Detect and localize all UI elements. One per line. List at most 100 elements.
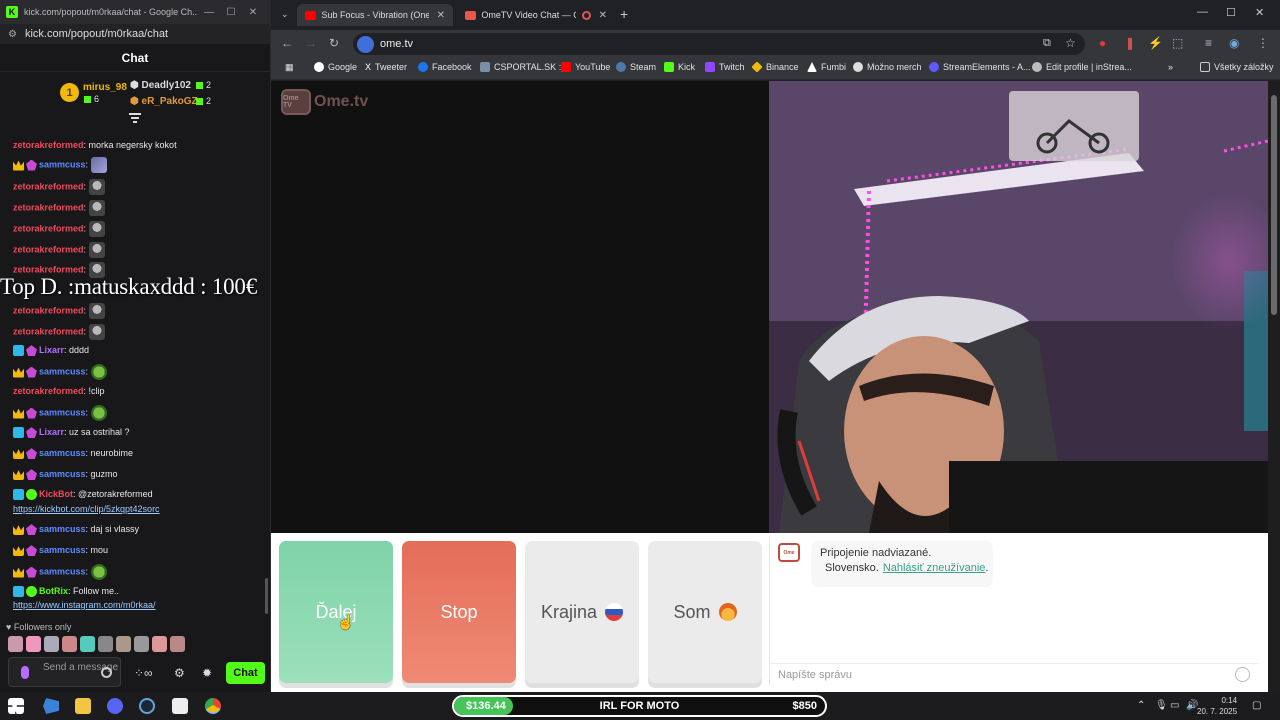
new-tab-icon[interactable]: + xyxy=(620,6,628,22)
emote-icon[interactable] xyxy=(134,636,149,652)
page-scrollbar[interactable] xyxy=(1268,81,1280,692)
maximize-icon[interactable]: ☐ xyxy=(1226,6,1236,19)
notifications-icon[interactable]: ▢ xyxy=(1252,700,1261,711)
leader-first-count: 6 xyxy=(84,94,99,104)
emote-quick-bar[interactable] xyxy=(8,636,185,652)
more-bookmarks-icon[interactable]: » xyxy=(1168,62,1173,72)
sub-badge-icon xyxy=(26,448,37,460)
app-icon[interactable] xyxy=(43,698,59,714)
bookmark-kick[interactable]: Kick xyxy=(664,62,695,72)
emote-icon[interactable] xyxy=(116,636,131,652)
close-tab-icon[interactable]: ✕ xyxy=(599,10,607,21)
chat-url-bar[interactable]: ⚙ kick.com/popout/m0rkaa/chat xyxy=(0,24,270,44)
extension-icon[interactable]: ❚ xyxy=(1125,36,1135,50)
address-bar[interactable]: ome.tv ⧉ ☆ xyxy=(353,33,1085,55)
leader-second[interactable]: ⬢ Deadly102 xyxy=(130,80,191,91)
emote-icon[interactable] xyxy=(170,636,185,652)
chat-link[interactable]: https://kickbot.com/clip/5zkqpt42sorc xyxy=(13,504,160,514)
gender-selector-button[interactable]: Som xyxy=(648,541,762,683)
windows-start-icon[interactable] xyxy=(8,698,24,714)
settings-gear-icon[interactable]: ⚙ xyxy=(174,666,185,680)
microphone-icon[interactable] xyxy=(21,666,29,679)
leader-third[interactable]: ⬢ eR_PakoGZ xyxy=(130,96,198,107)
extensions-puzzle-icon[interactable]: ⬚ xyxy=(1172,36,1183,50)
steam-icon[interactable] xyxy=(139,698,155,714)
tab-ometv[interactable]: OmeTV Video Chat — Ome ✕ xyxy=(457,4,615,26)
chat-input-bar: Send a message ⁘∞ ⚙ ✹ Chat xyxy=(6,657,266,689)
bookmark-binance[interactable]: Binance xyxy=(751,61,799,73)
emote-icon[interactable] xyxy=(26,636,41,652)
emote-icon[interactable] xyxy=(152,636,167,652)
site-settings-icon[interactable]: ⚙ xyxy=(8,29,17,40)
stop-button[interactable]: Stop xyxy=(402,541,516,683)
ometv-message-input[interactable]: Napíšte správu xyxy=(770,663,1258,685)
close-icon[interactable]: ✕ xyxy=(242,7,264,18)
chat-message: Lixarr: dddd xyxy=(13,345,89,357)
bookmark-streamelements[interactable]: StreamElements - A... xyxy=(929,62,1031,72)
document-icon[interactable] xyxy=(172,698,188,714)
moderator-badge-icon xyxy=(13,427,24,439)
profile-avatar-icon[interactable]: ◉ xyxy=(1229,36,1239,50)
maximize-icon[interactable]: ☐ xyxy=(220,7,242,18)
emote-icon[interactable] xyxy=(80,636,95,652)
reload-icon[interactable]: ↻ xyxy=(329,36,339,50)
cast-icon[interactable]: ⧉ xyxy=(1043,37,1051,50)
leader-first-name[interactable]: mirus_98 xyxy=(83,82,127,93)
file-explorer-icon[interactable] xyxy=(75,698,91,714)
tray-chevron-icon[interactable]: ⌃ xyxy=(1137,700,1145,711)
emoji-picker-icon[interactable] xyxy=(101,667,112,678)
all-bookmarks[interactable]: Všetky záložky xyxy=(1200,62,1274,72)
emote-icon[interactable] xyxy=(44,636,59,652)
discord-icon[interactable] xyxy=(107,698,123,714)
extension-blue-icon[interactable]: ⚡ xyxy=(1148,36,1163,50)
system-clock[interactable]: 0:14 20. 7. 2025 xyxy=(1197,695,1237,717)
emote-icon[interactable] xyxy=(8,636,23,652)
bookmark-instreamly[interactable]: Edit profile | inStrea... xyxy=(1032,62,1132,72)
bookmark-steam[interactable]: Steam xyxy=(616,62,656,72)
bookmark-youtube[interactable]: YouTube xyxy=(561,62,610,72)
chat-users-icon[interactable]: ⁘∞ xyxy=(134,666,153,680)
site-info-icon[interactable] xyxy=(357,35,374,53)
rewards-icon[interactable]: ✹ xyxy=(202,666,212,680)
back-icon[interactable]: ← xyxy=(281,36,293,50)
chat-scrollbar[interactable] xyxy=(265,578,268,614)
media-control-icon[interactable]: ≡ xyxy=(1205,36,1212,50)
emote-icon[interactable] xyxy=(62,636,77,652)
next-button[interactable]: Ďalej xyxy=(279,541,393,683)
forward-icon[interactable]: → xyxy=(305,36,317,50)
bookmark-csportal[interactable]: CSPORTAL.SK :) xyxy=(480,62,564,72)
apps-grid-icon[interactable]: ▦ xyxy=(285,62,294,73)
partner-video: Ome TV Ome.tv xyxy=(271,81,769,533)
page-scrollbar-thumb[interactable] xyxy=(1271,95,1277,315)
minimize-icon[interactable]: — xyxy=(1197,6,1208,18)
bookmark-tweeter[interactable]: X Tweeter xyxy=(365,62,407,72)
bookmark-twitch[interactable]: Twitch xyxy=(705,62,745,72)
chrome-icon[interactable] xyxy=(205,698,221,714)
chat-link[interactable]: https://www.instagram.com/m0rkaa/ xyxy=(13,600,156,610)
tab-search-icon[interactable]: ⌄ xyxy=(281,9,289,20)
emoji-icon[interactable] xyxy=(1235,667,1250,682)
chat-send-button[interactable]: Chat xyxy=(226,662,265,684)
chat-message: zetorakreformed: xyxy=(13,324,105,340)
bookmark-fumbi[interactable]: Fumbi xyxy=(807,62,846,72)
chat-message-input[interactable]: Send a message xyxy=(8,657,121,687)
extension-red-icon[interactable]: ● xyxy=(1099,36,1106,50)
network-icon[interactable]: ▭ xyxy=(1170,700,1179,711)
menu-kebab-icon[interactable]: ⋮ xyxy=(1257,36,1269,50)
recording-icon xyxy=(581,10,591,20)
bookmark-facebook[interactable]: Facebook xyxy=(418,62,472,72)
emote-icon[interactable] xyxy=(98,636,113,652)
country-selector-button[interactable]: Krajina xyxy=(525,541,639,683)
close-icon[interactable]: ✕ xyxy=(1255,6,1264,19)
bookmark-star-icon[interactable]: ☆ xyxy=(1065,36,1076,50)
bookmark-merch[interactable]: Možno merch xyxy=(853,62,922,72)
microphone-icon[interactable]: 🎙 xyxy=(1155,700,1168,711)
folder-icon xyxy=(1200,62,1210,72)
chat-message-list[interactable]: zetorakreformed: morka negersky kokot sa… xyxy=(0,118,268,618)
minimize-icon[interactable]: — xyxy=(198,7,220,18)
tab-youtube[interactable]: Sub Focus - Vibration (One Mo ✕ xyxy=(297,4,453,26)
chat-header: Chat xyxy=(0,44,270,72)
report-abuse-link[interactable]: Nahlásiť zneužívanie xyxy=(883,562,986,574)
bookmark-google[interactable]: Google xyxy=(314,62,357,72)
close-tab-icon[interactable]: ✕ xyxy=(437,10,445,21)
